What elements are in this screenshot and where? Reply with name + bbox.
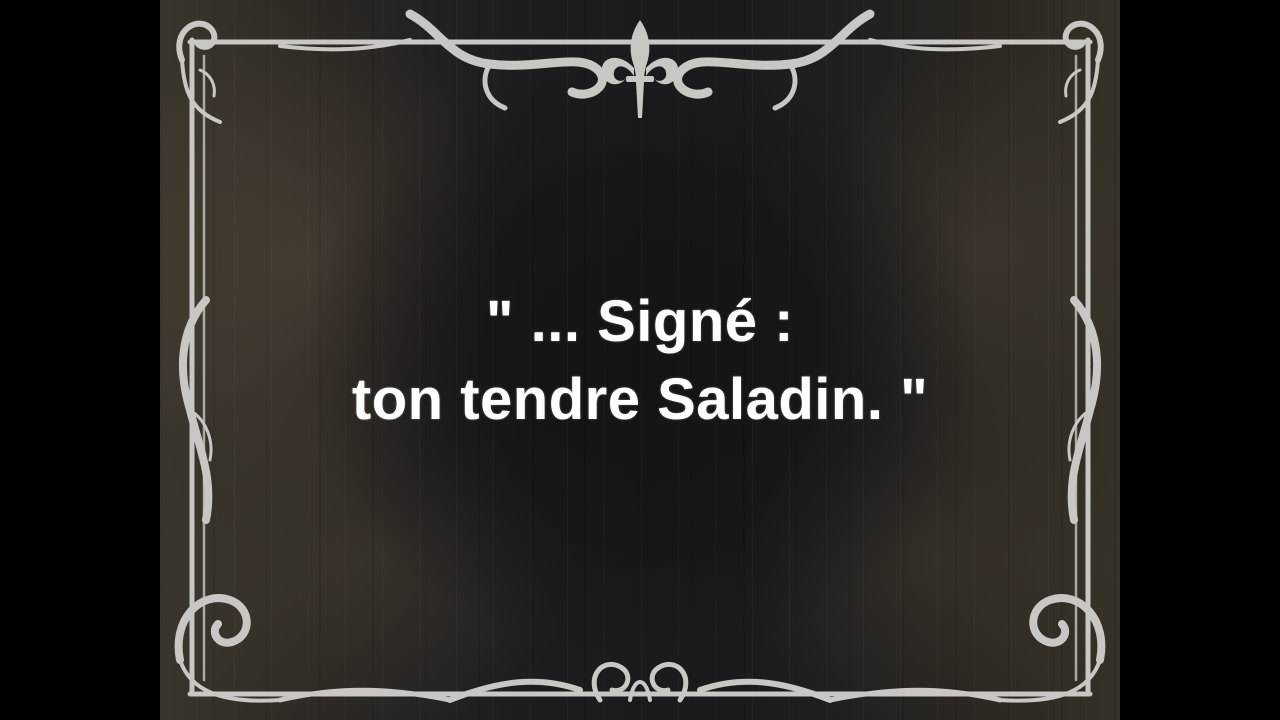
intertitle-line-2: ton tendre Saladin. ": [351, 367, 929, 432]
letterbox-left: [0, 0, 160, 720]
flourish-top-left: [176, 20, 222, 124]
letterbox-right: [1120, 0, 1280, 720]
intertitle-text: " ... Signé : ton tendre Saladin. ": [160, 283, 1120, 439]
intertitle-line-1: " ... Signé :: [486, 289, 794, 354]
flourish-bottom-right: [827, 594, 1106, 703]
fleur-de-lis-icon: [601, 20, 679, 118]
intertitle-card: " ... Signé : ton tendre Saladin. ": [160, 0, 1120, 720]
flourish-bottom-left: [174, 594, 453, 703]
flourish-top-right: [1058, 20, 1104, 124]
